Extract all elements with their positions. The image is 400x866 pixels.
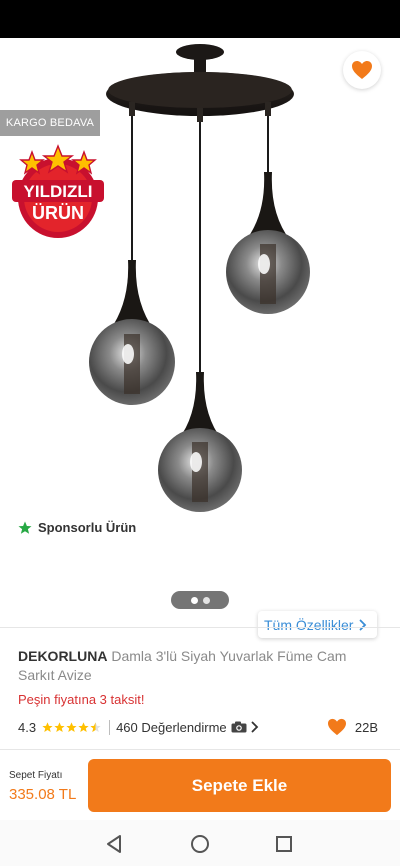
purchase-bar: Sepet Fiyatı 335.08 TL Sepete Ekle	[0, 750, 400, 820]
chevron-right-icon	[360, 619, 367, 630]
nav-home-icon	[191, 835, 209, 853]
nav-back-button[interactable]	[100, 830, 128, 858]
installment-text: Peşin fiyatına 3 taksit!	[18, 692, 145, 707]
free-shipping-badge: KARGO BEDAVA	[0, 110, 100, 136]
back-button[interactable]	[14, 54, 48, 88]
likes-count: 22B	[354, 719, 378, 735]
pager-dot[interactable]	[202, 596, 210, 604]
starred-product-badge: YILDIZLI ÜRÜN	[12, 144, 104, 238]
all-specs-button[interactable]: Tüm Özellikler	[258, 611, 378, 638]
arrow-left-icon	[22, 63, 40, 79]
heart-icon	[327, 718, 346, 736]
nav-home-button[interactable]	[186, 830, 214, 858]
separator	[109, 719, 111, 735]
image-pager[interactable]	[171, 591, 229, 609]
nav-recents-button[interactable]	[270, 830, 298, 858]
product-brand[interactable]: DEKORLUNA	[18, 648, 107, 664]
price-value: 335.08 TL	[9, 786, 77, 803]
star-icon	[42, 721, 53, 732]
nav-recents-icon	[276, 836, 292, 852]
favorite-button[interactable]	[343, 51, 381, 89]
star-icon	[18, 521, 32, 534]
heart-icon	[352, 61, 372, 79]
share-icon	[294, 61, 312, 81]
star-icon	[54, 721, 65, 732]
nav-back-icon	[107, 835, 121, 853]
reviews-link[interactable]: 460 Değerlendirme	[116, 720, 227, 735]
system-nav-bar	[0, 820, 400, 866]
star-half-icon	[90, 721, 101, 732]
chevron-right-icon[interactable]	[251, 721, 259, 733]
status-bar	[0, 0, 400, 38]
sponsored-text: Sponsorlu Ürün	[38, 520, 137, 535]
likes-counter[interactable]: 22B	[327, 718, 378, 736]
share-button[interactable]	[286, 54, 320, 88]
product-image	[89, 44, 310, 512]
sponsored-label: Sponsorlu Ürün	[18, 520, 136, 535]
star-badge-line1: YILDIZLI	[24, 182, 93, 201]
pager-dot-active[interactable]	[190, 596, 198, 604]
rating-stars	[42, 721, 101, 733]
product-gallery[interactable]: KARGO BEDAVA YILDIZLI ÜRÜN Sponsorlu Ürü…	[0, 38, 400, 628]
rating-value: 4.3	[18, 719, 37, 735]
price-label: Sepet Fiyatı	[9, 770, 63, 781]
divider	[0, 627, 400, 628]
camera-icon	[231, 721, 247, 733]
product-title: DEKORLUNA Damla 3'lü Siyah Yuvarlak Füme…	[18, 647, 378, 685]
rating-row: 4.3 460 Değerlendirme 22B	[18, 718, 382, 736]
star-icon	[66, 721, 77, 732]
star-icon	[78, 721, 89, 732]
add-to-cart-button[interactable]: Sepete Ekle	[88, 759, 391, 812]
star-badge-line2: ÜRÜN	[32, 203, 84, 223]
all-specs-label: Tüm Özellikler	[264, 616, 354, 633]
